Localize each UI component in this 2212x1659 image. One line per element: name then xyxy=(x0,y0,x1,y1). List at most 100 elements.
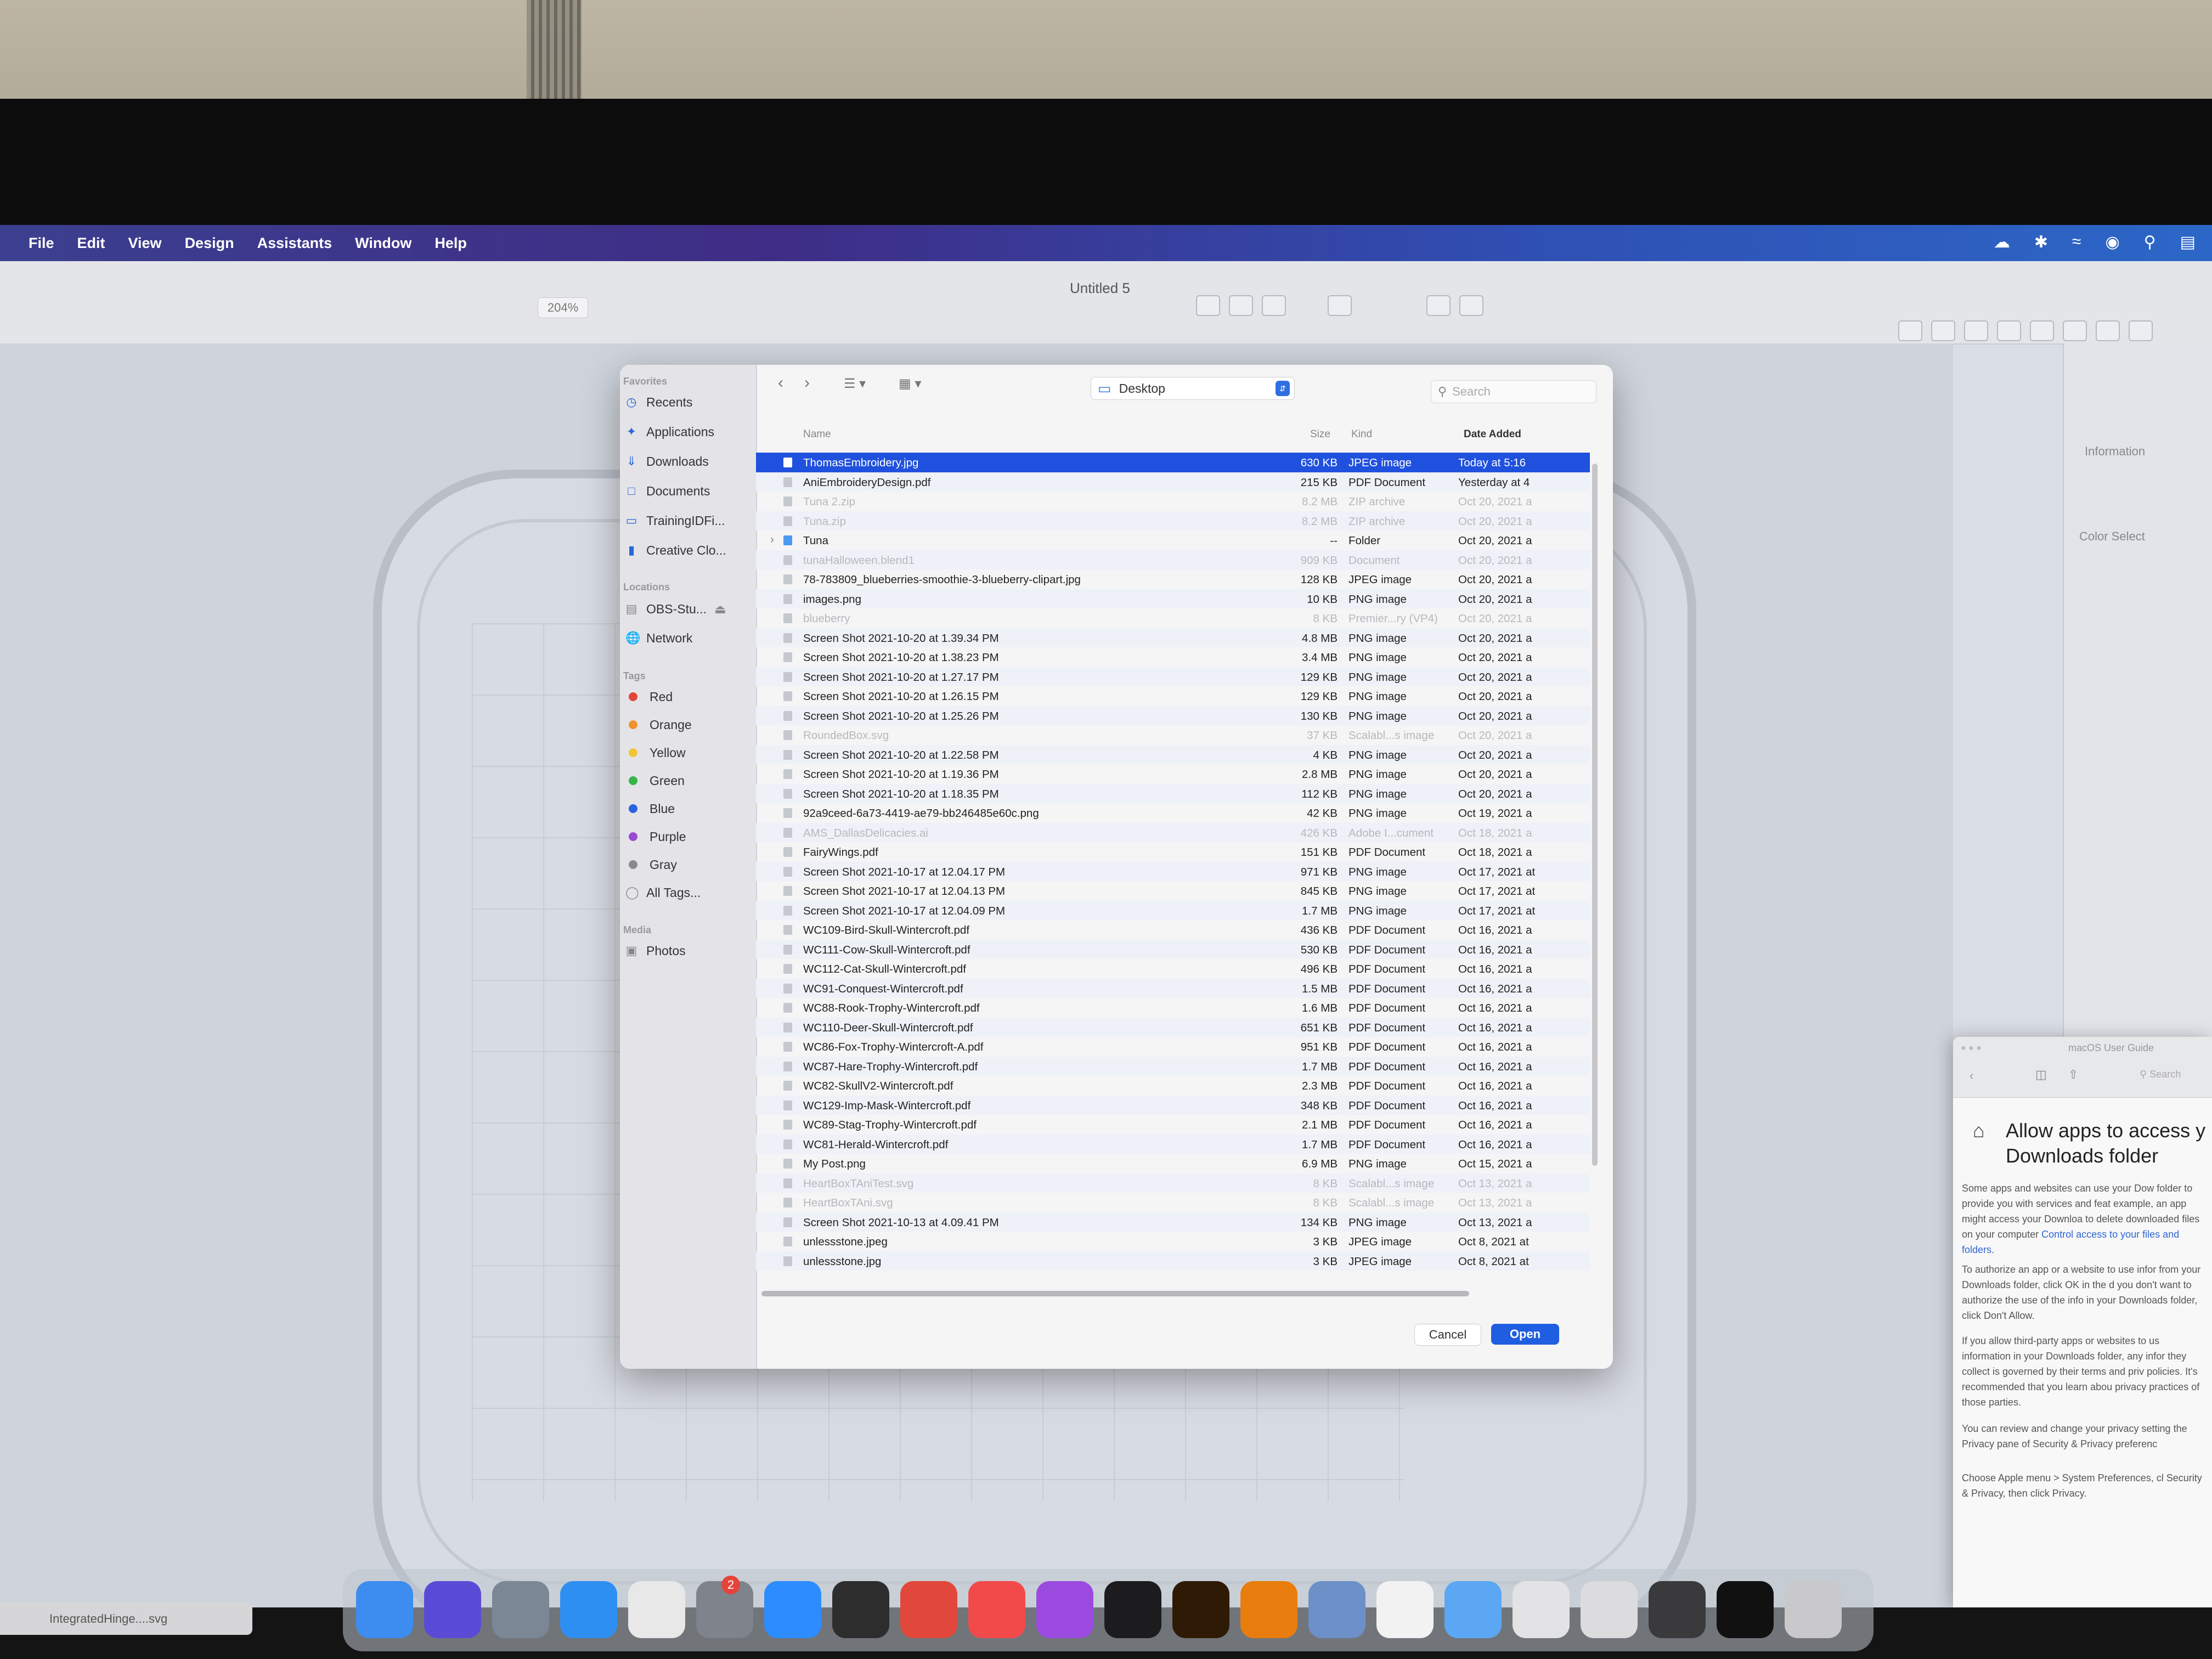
document-stack-1-icon[interactable] xyxy=(1513,1581,1570,1638)
preview-app-icon[interactable] xyxy=(1308,1581,1365,1638)
file-row[interactable]: Screen Shot 2021-10-17 at 12.04.17 PM 971… xyxy=(756,861,1590,881)
column-kind[interactable]: Kind xyxy=(1351,428,1372,441)
file-row[interactable]: FairyWings.pdf 151 KB PDF Document Oct 18, … xyxy=(756,842,1590,862)
file-row[interactable]: My Post.png 6.9 MB PNG image Oct 15, 2021 a xyxy=(756,1154,1590,1173)
file-row[interactable]: Screen Shot 2021-10-17 at 12.04.13 PM 845… xyxy=(756,881,1590,901)
creative-cloud-icon[interactable]: ☁ xyxy=(1994,233,2010,252)
file-row[interactable]: WC86-Fox-Trophy-Wintercroft-A.pdf 951 KB P… xyxy=(756,1037,1590,1057)
toolbar-tool-icon[interactable] xyxy=(1964,320,1988,341)
file-row[interactable]: Screen Shot 2021-10-20 at 1.38.23 PM 3.4 … xyxy=(756,647,1590,667)
toolbar-tool-icon[interactable] xyxy=(1262,295,1286,316)
file-row[interactable]: 78-783809_blueberries-smoothie-3-blueber… xyxy=(756,569,1590,589)
illustrator-app-icon[interactable] xyxy=(1172,1581,1229,1638)
sidebar-tag-purple[interactable]: Purple xyxy=(625,826,686,848)
sidebar-item-applications[interactable]: ✦ Applications xyxy=(625,421,714,443)
menu-window[interactable]: Window xyxy=(355,235,411,252)
screenshot-stack-icon[interactable] xyxy=(1649,1581,1706,1638)
menu-design[interactable]: Design xyxy=(185,235,234,252)
file-row[interactable]: Screen Shot 2021-10-20 at 1.26.15 PM 129 … xyxy=(756,686,1590,706)
menu-assistants[interactable]: Assistants xyxy=(257,235,332,252)
cancel-button[interactable]: Cancel xyxy=(1414,1324,1481,1346)
file-row[interactable]: WC82-SkullV2-Wintercroft.pdf 2.3 MB PDF Do… xyxy=(756,1076,1590,1096)
file-row[interactable]: Screen Shot 2021-10-20 at 1.25.26 PM 130 … xyxy=(756,706,1590,725)
toolbar-tool-icon[interactable] xyxy=(2096,320,2120,341)
file-row[interactable]: WC87-Hare-Trophy-Wintercroft.pdf 1.7 MB PD… xyxy=(756,1056,1590,1076)
toolbar-tool-icon[interactable] xyxy=(2063,320,2087,341)
sidebar-all-tags[interactable]: ◯ All Tags... xyxy=(625,882,701,904)
toolbar-tool-icon[interactable] xyxy=(1997,320,2021,341)
zoom-level[interactable]: 204% xyxy=(538,297,588,318)
menu-help[interactable]: Help xyxy=(435,235,467,252)
file-row[interactable]: images.png 10 KB PNG image Oct 20, 2021 a xyxy=(756,589,1590,608)
back-chevron-icon[interactable]: ‹ xyxy=(1970,1069,1973,1083)
toolbar-tool-icon[interactable] xyxy=(1229,295,1253,316)
sidebar-tag-yellow[interactable]: Yellow xyxy=(625,742,686,764)
safari-app-icon[interactable] xyxy=(560,1581,617,1638)
forward-chevron-icon[interactable]: › xyxy=(804,374,810,392)
file-row[interactable]: WC111-Cow-Skull-Wintercroft.pdf 530 KB PDF… xyxy=(756,939,1590,959)
siri-app-icon[interactable] xyxy=(424,1581,481,1638)
horizontal-scrollbar[interactable] xyxy=(761,1291,1469,1296)
file-row[interactable]: AniEmbroideryDesign.pdf 215 KB PDF Documen… xyxy=(756,472,1590,492)
file-row[interactable]: WC109-Bird-Skull-Wintercroft.pdf 436 KB PD… xyxy=(756,920,1590,940)
tv-app-icon[interactable] xyxy=(1104,1581,1161,1638)
file-row[interactable]: Screen Shot 2021-10-20 at 1.18.35 PM 112 … xyxy=(756,783,1590,803)
search-icon[interactable]: ⚲ xyxy=(2144,233,2156,252)
disclosure-chevron-icon[interactable]: › xyxy=(770,533,774,546)
share-icon[interactable]: ⇧ xyxy=(2068,1068,2078,1082)
file-row[interactable]: WC110-Deer-Skull-Wintercroft.pdf 651 KB PD… xyxy=(756,1017,1590,1037)
column-size[interactable]: Size xyxy=(1310,428,1330,441)
launchpad-app-icon[interactable] xyxy=(492,1581,549,1638)
file-row[interactable]: Screen Shot 2021-10-20 at 1.27.17 PM 129 … xyxy=(756,667,1590,686)
file-row[interactable]: unlessstone.jpg 3 KB JPEG image Oct 8, 2021… xyxy=(756,1251,1590,1271)
file-row[interactable]: Screen Shot 2021-10-20 at 1.19.36 PM 2.8 … xyxy=(756,764,1590,784)
file-row[interactable]: WC88-Rook-Trophy-Wintercroft.pdf 1.6 MB PD… xyxy=(756,998,1590,1018)
inkscape-app-icon[interactable] xyxy=(832,1581,889,1638)
wifi-icon[interactable]: ≈ xyxy=(2072,233,2081,252)
sidebar-item-downloads[interactable]: ⇓ Downloads xyxy=(625,450,709,472)
zoom-app-icon[interactable] xyxy=(764,1581,821,1638)
vertical-scrollbar[interactable] xyxy=(1592,464,1598,1166)
sidebar-tag-gray[interactable]: Gray xyxy=(625,854,677,876)
file-row[interactable]: unlessstone.jpeg 3 KB JPEG image Oct 8, 202… xyxy=(756,1232,1590,1251)
file-row[interactable]: › Tuna -- Folder Oct 20, 2021 a xyxy=(756,531,1590,550)
user-icon[interactable]: ◉ xyxy=(2105,233,2119,252)
back-chevron-icon[interactable]: ‹ xyxy=(778,374,783,392)
acrobat-app-icon[interactable] xyxy=(900,1581,957,1638)
search-field[interactable]: ⚲ Search xyxy=(1431,380,1596,403)
toolbar-tool-icon[interactable] xyxy=(1931,320,1955,341)
column-date-added[interactable]: Date Added xyxy=(1464,428,1521,441)
file-row[interactable]: WC112-Cat-Skull-Wintercroft.pdf 496 KB PDF… xyxy=(756,959,1590,979)
file-row[interactable]: 92a9ceed-6a73-4419-ae79-bb246485e60c.png… xyxy=(756,803,1590,823)
file-row[interactable]: Screen Shot 2021-10-20 at 1.22.58 PM 4 KB… xyxy=(756,744,1590,764)
toolbar-tool-icon[interactable] xyxy=(1898,320,1922,341)
file-row[interactable]: WC81-Herald-Wintercroft.pdf 1.7 MB PDF Doc… xyxy=(756,1134,1590,1154)
sidebar-tag-blue[interactable]: Blue xyxy=(625,798,675,820)
sidebar-item-training[interactable]: ▭ TrainingIDFi... xyxy=(625,510,725,532)
sidebar-item-obs-studio[interactable]: ▤ OBS-Stu... ⏏ xyxy=(625,598,726,620)
terminal-stack-icon[interactable] xyxy=(1717,1581,1774,1638)
file-row[interactable]: Screen Shot 2021-10-13 at 4.09.41 PM 134 … xyxy=(756,1212,1590,1232)
toolbar-tool-icon[interactable] xyxy=(1196,295,1220,316)
news-app-icon[interactable] xyxy=(968,1581,1025,1638)
menu-edit[interactable]: Edit xyxy=(77,235,105,252)
control-center-icon[interactable]: ▤ xyxy=(2180,233,2196,252)
textedit-app-icon[interactable] xyxy=(1376,1581,1434,1638)
toolbar-tool-icon[interactable] xyxy=(2129,320,2153,341)
finder-app-icon[interactable] xyxy=(356,1581,413,1638)
toolbar-tool-icon[interactable] xyxy=(1459,295,1483,316)
downloads-folder-icon[interactable] xyxy=(1444,1581,1502,1638)
sidebar-tag-red[interactable]: Red xyxy=(625,686,673,708)
file-row[interactable]: ThomasEmbroidery.jpg 630 KB JPEG image Toda… xyxy=(756,453,1590,472)
location-popup[interactable]: ▭ Desktop ⇵ xyxy=(1091,377,1295,400)
column-name[interactable]: Name xyxy=(803,428,831,441)
podcasts-app-icon[interactable] xyxy=(1036,1581,1093,1638)
document-stack-2-icon[interactable] xyxy=(1581,1581,1638,1638)
file-row[interactable]: Screen Shot 2021-10-17 at 12.04.09 PM 1.7… xyxy=(756,900,1590,920)
sidebar-toggle-icon[interactable]: ◫ xyxy=(2035,1068,2047,1082)
sidebar-item-photos[interactable]: ▣ Photos xyxy=(625,940,686,962)
menu-view[interactable]: View xyxy=(128,235,162,252)
toolbar-tool-icon[interactable] xyxy=(2030,320,2054,341)
file-row[interactable]: WC129-Imp-Mask-Wintercroft.pdf 348 KB PDF … xyxy=(756,1095,1590,1115)
trash-icon[interactable] xyxy=(1785,1581,1842,1638)
